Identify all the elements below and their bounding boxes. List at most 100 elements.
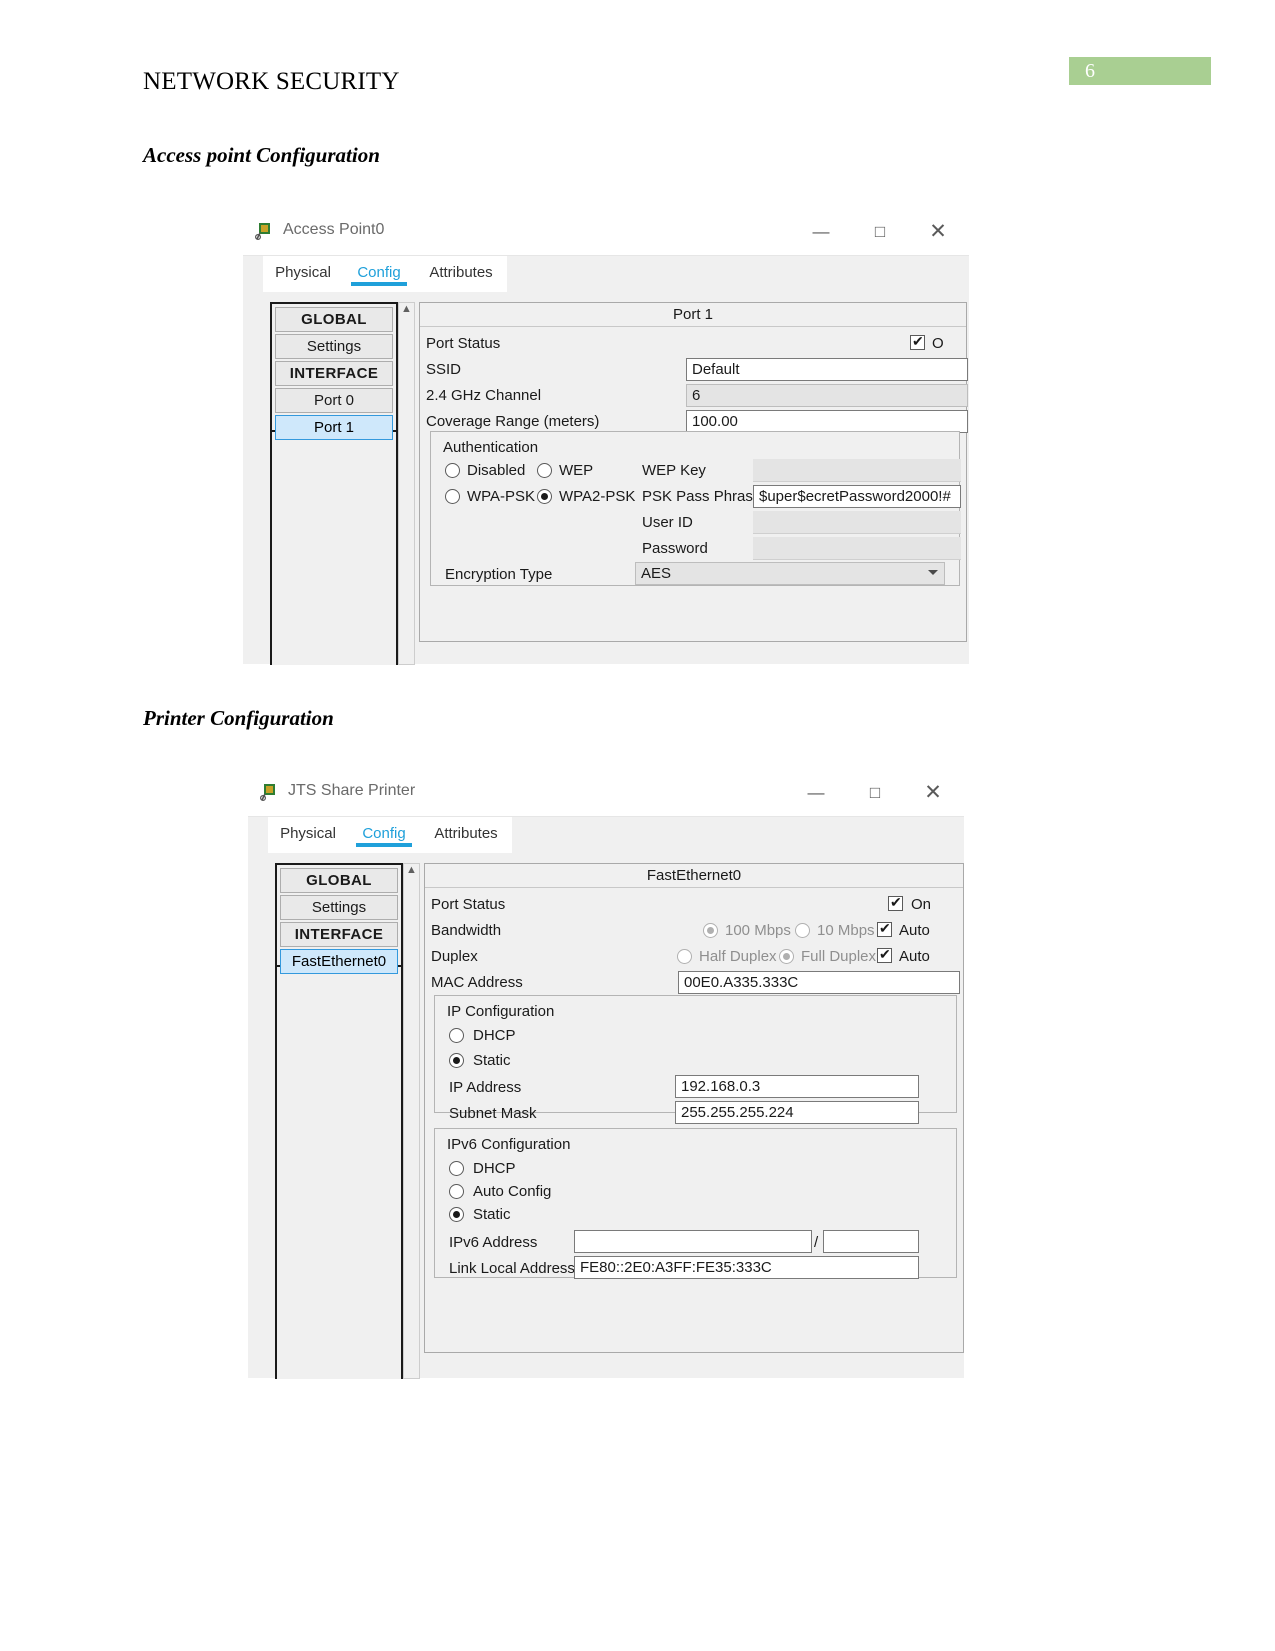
label-channel: 2.4 GHz Channel <box>426 387 542 404</box>
user-id-input[interactable] <box>753 511 961 534</box>
label-auth-wpa2-psk: WPA2-PSK <box>559 488 636 505</box>
radio-ip-static[interactable] <box>449 1053 464 1068</box>
access-point-tabstrip: Physical Config Attributes <box>263 256 507 292</box>
row-mac-address: MAC Address 00E0.A335.333C <box>425 970 963 996</box>
radio-full-duplex[interactable] <box>779 949 794 964</box>
maximize-button[interactable]: □ <box>857 219 903 245</box>
minimize-button[interactable]: — <box>793 780 839 806</box>
radio-bandwidth-100mbps[interactable] <box>703 923 718 938</box>
tab-attributes-label: Attributes <box>429 264 493 281</box>
label-ipv6-auto-config: Auto Config <box>473 1183 552 1200</box>
tab-config[interactable]: Config <box>348 817 420 853</box>
nav-item-settings[interactable]: Settings <box>280 895 398 920</box>
tab-physical[interactable]: Physical <box>263 256 343 292</box>
label-bandwidth-10mbps: 10 Mbps <box>817 922 875 939</box>
ipv6-address-input[interactable] <box>574 1230 812 1253</box>
scroll-up-arrow[interactable]: ▲ <box>404 864 419 879</box>
label-psk-pass-phrase: PSK Pass Phrase <box>642 488 762 505</box>
port-status-checkbox[interactable] <box>888 894 903 911</box>
access-point-window: Access Point0 — □ ✕ Physical Config Attr… <box>243 209 969 665</box>
panel-title-interface: FastEthernet0 <box>425 864 963 888</box>
label-full-duplex: Full Duplex <box>801 948 877 965</box>
radio-ip-dhcp[interactable] <box>449 1028 464 1043</box>
radio-auth-wep[interactable] <box>537 463 552 478</box>
ipv6-prefix-input[interactable] <box>823 1230 919 1253</box>
label-port-status: Port Status <box>431 896 506 913</box>
row-duplex: Duplex Half Duplex Full Duplex Auto <box>425 944 963 970</box>
link-local-address-input[interactable]: FE80::2E0:A3FF:FE35:333C <box>574 1256 919 1279</box>
encryption-type-select[interactable]: AES <box>635 562 945 585</box>
close-button[interactable]: ✕ <box>915 219 961 245</box>
page-number-badge: 6 <box>1069 57 1211 85</box>
section-heading-printer: Printer Configuration <box>143 706 334 730</box>
tab-attributes[interactable]: Attributes <box>415 256 507 292</box>
bandwidth-auto-checkbox[interactable] <box>877 920 892 937</box>
encryption-type-value: AES <box>641 565 672 582</box>
ip-address-input[interactable]: 192.168.0.3 <box>675 1075 919 1098</box>
minimize-button[interactable]: — <box>798 219 844 245</box>
tab-attributes[interactable]: Attributes <box>420 817 512 853</box>
label-auth-wep: WEP <box>559 462 594 479</box>
radio-ipv6-static[interactable] <box>449 1207 464 1222</box>
wep-key-input[interactable] <box>753 459 961 482</box>
ssid-input[interactable]: Default <box>686 358 968 381</box>
nav-item-port-0[interactable]: Port 0 <box>275 388 393 413</box>
radio-auth-wpa2-psk[interactable] <box>537 489 552 504</box>
radio-half-duplex[interactable] <box>677 949 692 964</box>
tab-config[interactable]: Config <box>343 256 415 292</box>
nav-group-interface: INTERFACE <box>275 361 393 386</box>
label-bandwidth: Bandwidth <box>431 922 502 939</box>
label-auth-wpa-psk: WPA-PSK <box>467 488 536 505</box>
label-port-status: Port Status <box>426 335 501 352</box>
chevron-down-icon <box>928 570 938 575</box>
interface-settings-panel: FastEthernet0 Port Status On Bandwidth 1… <box>424 863 964 1353</box>
row-port-status: Port Status O <box>420 331 966 357</box>
label-wep-key: WEP Key <box>642 462 706 479</box>
radio-auth-wpa-psk[interactable] <box>445 489 460 504</box>
nav-group-global: GLOBAL <box>275 307 393 332</box>
nav-group-global: GLOBAL <box>280 868 398 893</box>
radio-bandwidth-10mbps[interactable] <box>795 923 810 938</box>
port-status-on-label: O <box>932 335 944 352</box>
psk-pass-phrase-input[interactable]: $uper$ecretPassword2000!# <box>753 485 961 508</box>
nav-scrollbar[interactable]: ▲ <box>403 863 420 1379</box>
ipv6-configuration-title: IPv6 Configuration <box>447 1136 571 1153</box>
tab-physical-label: Physical <box>280 825 336 842</box>
tab-active-underline <box>351 282 407 286</box>
subnet-mask-input[interactable]: 255.255.255.224 <box>675 1101 919 1124</box>
tab-physical[interactable]: Physical <box>268 817 348 853</box>
password-input[interactable] <box>753 537 961 560</box>
radio-auth-disabled[interactable] <box>445 463 460 478</box>
scroll-up-arrow[interactable]: ▲ <box>399 303 414 318</box>
port-status-on-label: On <box>911 896 932 913</box>
mac-address-input[interactable]: 00E0.A335.333C <box>678 971 960 994</box>
printer-titlebar: JTS Share Printer — □ ✕ <box>248 770 964 816</box>
nav-item-fastethernet0[interactable]: FastEthernet0 <box>280 949 398 974</box>
close-button[interactable]: ✕ <box>910 780 956 806</box>
tab-config-label: Config <box>362 825 406 842</box>
radio-ipv6-auto-config[interactable] <box>449 1184 464 1199</box>
access-point-nav: GLOBAL Settings INTERFACE Port 0 Port 1 <box>270 302 398 440</box>
label-auth-disabled: Disabled <box>467 462 526 479</box>
printer-tabstrip: Physical Config Attributes <box>268 817 512 853</box>
radio-ipv6-dhcp[interactable] <box>449 1161 464 1176</box>
nav-item-settings[interactable]: Settings <box>275 334 393 359</box>
ip-configuration-group: IP Configuration DHCP Static IP Address … <box>434 995 957 1124</box>
label-bandwidth-100mbps: 100 Mbps <box>725 922 791 939</box>
coverage-range-input[interactable]: 100.00 <box>686 410 968 433</box>
label-user-id: User ID <box>642 514 693 531</box>
nav-item-port-1[interactable]: Port 1 <box>275 415 393 440</box>
label-ip-dhcp: DHCP <box>473 1027 516 1044</box>
printer-window-title: JTS Share Printer <box>288 782 416 799</box>
maximize-button[interactable]: □ <box>852 780 898 806</box>
nav-scrollbar[interactable]: ▲ <box>398 302 415 665</box>
packet-tracer-device-icon <box>255 223 270 240</box>
ipv6-configuration-group: IPv6 Configuration DHCP Auto Config Stat… <box>434 1128 957 1279</box>
section-heading-access-point: Access point Configuration <box>143 143 380 167</box>
page-title: NETWORK SECURITY <box>143 68 400 95</box>
channel-select[interactable]: 6 <box>686 384 968 407</box>
printer-nav: GLOBAL Settings INTERFACE FastEthernet0 <box>275 863 403 974</box>
duplex-auto-checkbox[interactable] <box>877 946 892 963</box>
panel-title-port: Port 1 <box>420 303 966 327</box>
port-status-checkbox[interactable] <box>910 333 925 350</box>
